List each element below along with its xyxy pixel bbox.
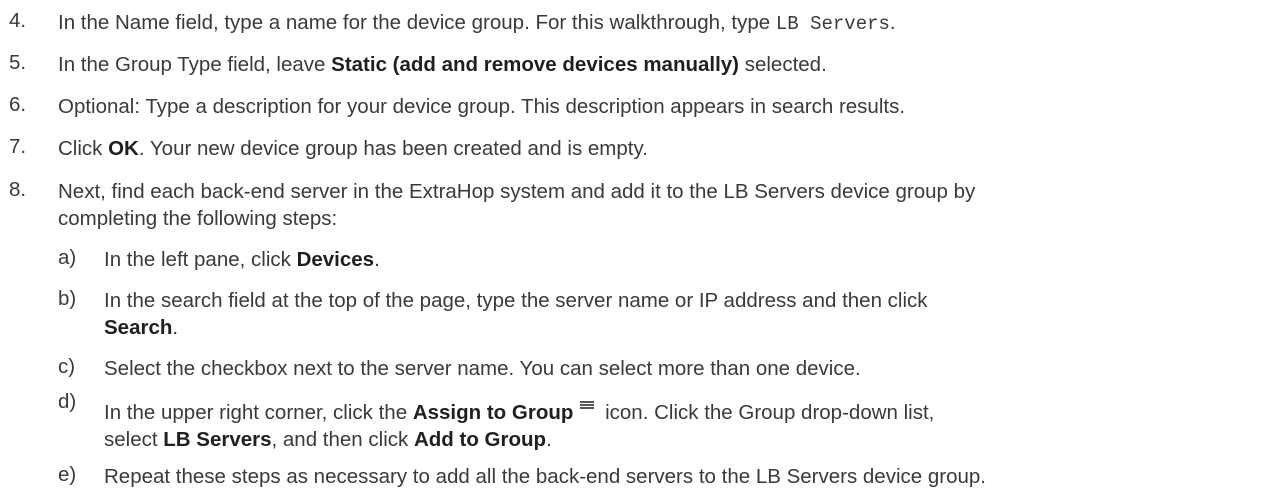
step-number: 7. (9, 135, 27, 158)
step-text: Click OK. Your new device group has been… (58, 137, 648, 160)
document-page: 4. In the Name field, type a name for th… (0, 0, 1271, 492)
code-text: LB Servers (775, 13, 890, 35)
substep-text: Repeat these steps as necessary to add a… (104, 465, 986, 488)
substep-letter: b) (58, 287, 77, 310)
substep-letter: a) (58, 246, 77, 269)
substep-text: Select the checkbox next to the server n… (104, 357, 861, 380)
step-text: In the Name field, type a name for the d… (58, 11, 896, 35)
list-icon (580, 401, 595, 413)
substep-text: In the left pane, click Devices. (104, 248, 380, 271)
step-number: 6. (9, 93, 27, 116)
substep-letter: e) (58, 463, 77, 486)
substep-text: In the search field at the top of the pa… (104, 289, 928, 339)
substep-text: In the upper right corner, click the Ass… (104, 401, 935, 451)
step-number: 4. (9, 9, 27, 32)
substep-letter: c) (58, 355, 76, 378)
substep-letter: d) (58, 390, 77, 413)
step-text: Optional: Type a description for your de… (58, 95, 906, 118)
step-number: 5. (9, 51, 27, 74)
step-text: In the Group Type field, leave Static (a… (58, 53, 827, 76)
step-text: Next, find each back-end server in the E… (58, 180, 976, 230)
step-number: 8. (9, 178, 27, 201)
